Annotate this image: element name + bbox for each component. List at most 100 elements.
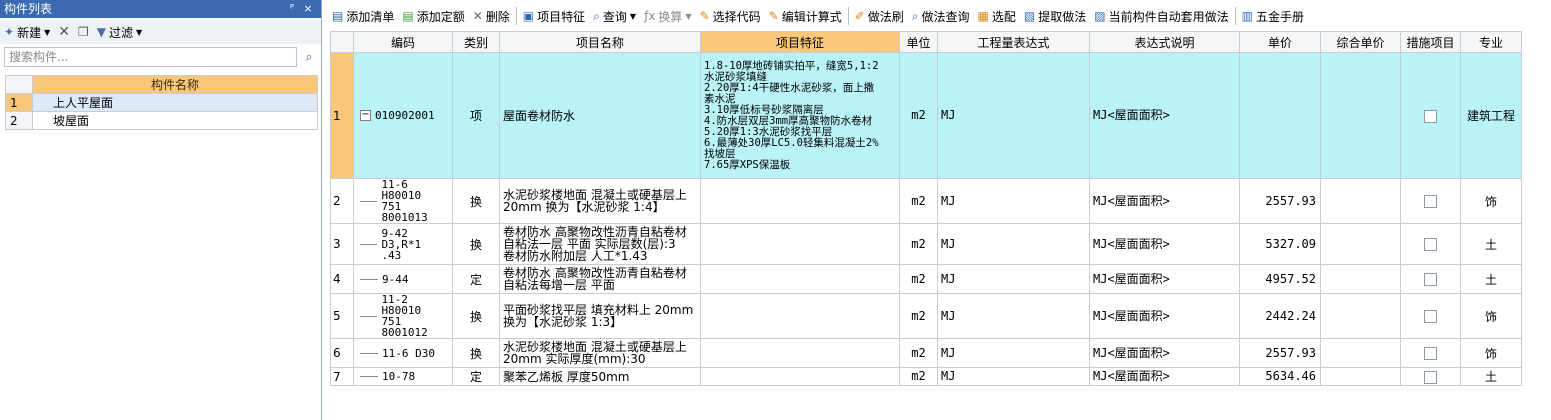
collapse-icon[interactable]: − <box>360 110 371 121</box>
measure-checkbox[interactable] <box>1424 370 1437 384</box>
major-cell[interactable]: 土 <box>1460 264 1522 294</box>
component-row[interactable]: 1 上人平屋面 <box>5 93 318 112</box>
expression-description-cell[interactable]: MJ<屋面面积> <box>1089 367 1240 386</box>
table-row[interactable]: 7 10-78 定 聚苯乙烯板 厚度50mm m2 MJ MJ<屋面面积> 56… <box>330 367 1522 386</box>
type-cell[interactable]: 换 <box>452 223 500 265</box>
component-name[interactable]: 坡屋面 <box>32 111 318 130</box>
select-code-button[interactable]: ✎ 选择代码 <box>696 5 765 27</box>
type-header[interactable]: 类别 <box>452 31 500 53</box>
major-cell[interactable]: 饰 <box>1460 338 1522 368</box>
item-name-cell[interactable]: 卷材防水 高聚物改性沥青自粘卷材 自粘法一层 平面 实际层数(层):3 卷材防水… <box>499 223 701 265</box>
unit-header[interactable]: 单位 <box>899 31 938 53</box>
search-icon[interactable]: ⌕ <box>299 47 319 67</box>
code-header[interactable]: 编码 <box>353 31 453 53</box>
type-cell[interactable]: 定 <box>452 367 500 386</box>
type-cell[interactable]: 项 <box>452 52 500 179</box>
item-feature-cell[interactable] <box>700 223 900 265</box>
measure-item-cell[interactable] <box>1400 264 1461 294</box>
measure-checkbox[interactable] <box>1424 347 1437 360</box>
expression-description-cell[interactable]: MJ<屋面面积> <box>1089 178 1240 224</box>
unit-cell[interactable]: m2 <box>899 52 938 179</box>
type-cell[interactable]: 换 <box>452 178 500 224</box>
hardware-manual-button[interactable]: ▥ 五金手册 <box>1238 5 1308 27</box>
unit-price-cell[interactable]: 5634.46 <box>1239 367 1321 386</box>
measure-checkbox[interactable] <box>1424 238 1437 251</box>
composite-price-cell[interactable] <box>1320 293 1401 339</box>
table-row[interactable]: 1 −010902001 项 屋面卷材防水 1.8-10厚地砖铺实拍平，缝宽5,… <box>330 52 1522 179</box>
unit-price-cell[interactable]: 2557.93 <box>1239 178 1321 224</box>
unit-price-cell[interactable]: 2442.24 <box>1239 293 1321 339</box>
copy-component-button[interactable]: ❐ <box>78 25 89 39</box>
item-feature-header[interactable]: 项目特征 <box>700 31 900 53</box>
unit-price-cell[interactable] <box>1239 52 1321 179</box>
code-cell[interactable]: 10-78 <box>353 367 453 386</box>
expression-description-cell[interactable]: MJ<屋面面积> <box>1089 52 1240 179</box>
measure-item-cell[interactable] <box>1400 223 1461 265</box>
unit-cell[interactable]: m2 <box>899 293 938 339</box>
major-cell[interactable]: 饰 <box>1460 178 1522 224</box>
item-name-cell[interactable]: 屋面卷材防水 <box>499 52 701 179</box>
composite-price-header[interactable]: 综合单价 <box>1320 31 1401 53</box>
composite-price-cell[interactable] <box>1320 223 1401 265</box>
quantity-expression-header[interactable]: 工程量表达式 <box>937 31 1090 53</box>
auto-apply-button[interactable]: ▨ 当前构件自动套用做法 <box>1090 5 1232 27</box>
expression-description-cell[interactable]: MJ<屋面面积> <box>1089 264 1240 294</box>
unit-cell[interactable]: m2 <box>899 223 938 265</box>
item-name-cell[interactable]: 卷材防水 高聚物改性沥青自粘卷材 自粘法每增一层 平面 <box>499 264 701 294</box>
item-name-cell[interactable]: 聚苯乙烯板 厚度50mm <box>499 367 701 386</box>
unit-price-cell[interactable]: 4957.52 <box>1239 264 1321 294</box>
composite-price-cell[interactable] <box>1320 264 1401 294</box>
method-brush-button[interactable]: ✐ 做法刷 <box>851 5 908 27</box>
measure-item-cell[interactable] <box>1400 178 1461 224</box>
major-cell[interactable]: 土 <box>1460 223 1522 265</box>
quantity-expression-cell[interactable]: MJ <box>937 264 1090 294</box>
item-name-cell[interactable]: 水泥砂浆楼地面 混凝土或硬基层上 20mm 实际厚度(mm):30 <box>499 338 701 368</box>
item-name-header[interactable]: 项目名称 <box>499 31 701 53</box>
type-cell[interactable]: 换 <box>452 338 500 368</box>
component-name[interactable]: 上人平屋面 <box>32 93 318 112</box>
convert-button[interactable]: ƒx 换算 ▼ <box>640 5 696 27</box>
code-cell[interactable]: 11-2 H80010 751 8001012 <box>353 293 453 339</box>
measure-checkbox[interactable] <box>1424 310 1437 323</box>
type-cell[interactable]: 换 <box>452 293 500 339</box>
major-header[interactable]: 专业 <box>1460 31 1522 53</box>
unit-price-header[interactable]: 单价 <box>1239 31 1321 53</box>
table-row[interactable]: 5 11-2 H80010 751 8001012 换 平面砂浆找平层 填充材料… <box>330 293 1522 339</box>
query-button[interactable]: ⌕ 查询 ▼ <box>589 5 640 27</box>
match-button[interactable]: ▦ 选配 <box>974 5 1020 27</box>
item-feature-cell[interactable] <box>700 338 900 368</box>
item-name-cell[interactable]: 平面砂浆找平层 填充材料上 20mm 换为【水泥砂浆 1:3】 <box>499 293 701 339</box>
item-feature-cell[interactable]: 1.8-10厚地砖铺实拍平，缝宽5,1:2 水泥砂浆填缝 2.20厚1:4干硬性… <box>700 52 900 179</box>
measure-item-cell[interactable] <box>1400 367 1461 386</box>
code-cell[interactable]: 11-6 D30 <box>353 338 453 368</box>
composite-price-cell[interactable] <box>1320 52 1401 179</box>
measure-item-cell[interactable] <box>1400 338 1461 368</box>
composite-price-cell[interactable] <box>1320 178 1401 224</box>
new-component-button[interactable]: ✦ 新建 ▼ <box>4 24 50 41</box>
item-feature-cell[interactable] <box>700 178 900 224</box>
type-cell[interactable]: 定 <box>452 264 500 294</box>
composite-price-cell[interactable] <box>1320 367 1401 386</box>
expression-description-cell[interactable]: MJ<屋面面积> <box>1089 293 1240 339</box>
measure-item-cell[interactable] <box>1400 52 1461 179</box>
unit-cell[interactable]: m2 <box>899 367 938 386</box>
code-cell[interactable]: −010902001 <box>353 52 453 179</box>
method-query-button[interactable]: ⌕ 做法查询 <box>908 5 974 27</box>
quantity-expression-cell[interactable]: MJ <box>937 178 1090 224</box>
delete-button[interactable]: ✕ 删除 <box>469 5 514 27</box>
quantity-expression-cell[interactable]: MJ <box>937 52 1090 179</box>
quantity-expression-cell[interactable]: MJ <box>937 367 1090 386</box>
expression-description-header[interactable]: 表达式说明 <box>1089 31 1240 53</box>
component-row[interactable]: 2 坡屋面 <box>5 111 318 130</box>
composite-price-cell[interactable] <box>1320 338 1401 368</box>
filter-button[interactable]: ▼ 过滤 ▼ <box>97 24 142 41</box>
major-cell[interactable]: 饰 <box>1460 293 1522 339</box>
search-input[interactable] <box>4 47 297 67</box>
quantity-expression-cell[interactable]: MJ <box>937 223 1090 265</box>
expression-description-cell[interactable]: MJ<屋面面积> <box>1089 338 1240 368</box>
unit-cell[interactable]: m2 <box>899 264 938 294</box>
unit-price-cell[interactable]: 5327.09 <box>1239 223 1321 265</box>
edit-formula-button[interactable]: ✎ 编辑计算式 <box>765 5 846 27</box>
item-name-cell[interactable]: 水泥砂浆楼地面 混凝土或硬基层上 20mm 换为【水泥砂浆 1:4】 <box>499 178 701 224</box>
extract-method-button[interactable]: ▧ 提取做法 <box>1020 5 1090 27</box>
